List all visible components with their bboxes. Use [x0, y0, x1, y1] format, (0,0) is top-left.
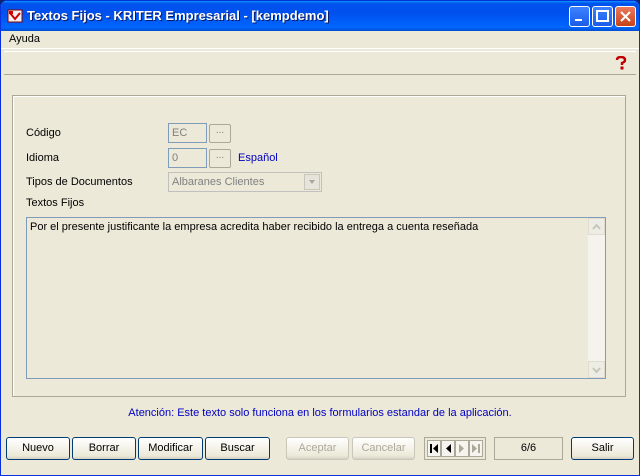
last-record-icon: [472, 444, 480, 453]
main-window: Textos Fijos - KRITER Empresarial - [kem…: [0, 0, 640, 476]
previous-record-icon: [446, 444, 451, 453]
last-record-button[interactable]: [469, 440, 483, 457]
maximize-button[interactable]: [592, 6, 613, 27]
buscar-button[interactable]: Buscar: [205, 437, 270, 460]
idioma-browse-button[interactable]: ...: [209, 149, 231, 168]
window-title: Textos Fijos - KRITER Empresarial - [kem…: [27, 8, 329, 23]
close-icon: [620, 11, 631, 22]
chevron-down-icon[interactable]: [304, 174, 320, 190]
codigo-browse-button[interactable]: ...: [209, 124, 231, 143]
nuevo-button[interactable]: Nuevo: [6, 437, 70, 460]
aceptar-button[interactable]: Aceptar: [286, 437, 349, 460]
chevron-up-icon: [592, 223, 601, 230]
idioma-label: Idioma: [26, 152, 60, 164]
scroll-up-button[interactable]: [588, 218, 605, 235]
menu-ayuda[interactable]: Ayuda: [9, 33, 40, 45]
first-record-button[interactable]: [427, 440, 441, 457]
close-button[interactable]: [615, 6, 636, 27]
salir-button[interactable]: Salir: [571, 437, 634, 460]
minimize-button[interactable]: [569, 6, 590, 27]
textos-fijos-label: Textos Fijos: [26, 197, 85, 209]
form-panel: Código EC ... Idioma 0 ... Español Tipos…: [12, 95, 626, 397]
chevron-down-icon: [592, 367, 601, 374]
idioma-name: Español: [238, 152, 278, 164]
first-record-icon: [430, 444, 438, 453]
modificar-button[interactable]: Modificar: [138, 437, 203, 460]
notice-text: Atención: Este texto solo funciona en lo…: [128, 407, 512, 419]
tipos-documentos-label: Tipos de Documentos: [26, 176, 133, 188]
codigo-label: Código: [26, 127, 61, 139]
codigo-field[interactable]: EC: [168, 123, 207, 143]
cancelar-button[interactable]: Cancelar: [352, 437, 415, 460]
help-question-icon[interactable]: [614, 56, 628, 70]
tipos-documentos-value: Albaranes Clientes: [172, 176, 265, 188]
record-navigator: [424, 437, 486, 460]
borrar-button[interactable]: Borrar: [72, 437, 136, 460]
textos-fijos-text: Por el presente justificante la empresa …: [30, 221, 479, 233]
scroll-down-button[interactable]: [588, 361, 605, 378]
menu-bar: Ayuda: [1, 31, 639, 49]
tipos-documentos-select[interactable]: Albaranes Clientes: [168, 172, 322, 192]
vertical-scrollbar[interactable]: [588, 218, 605, 378]
textos-fijos-textarea[interactable]: Por el presente justificante la empresa …: [26, 217, 606, 379]
previous-record-button[interactable]: [441, 440, 455, 457]
minimize-icon: [575, 19, 582, 21]
record-counter: 6/6: [494, 437, 563, 460]
title-bar[interactable]: Textos Fijos - KRITER Empresarial - [kem…: [1, 1, 639, 31]
app-icon: [7, 9, 23, 23]
next-record-button[interactable]: [455, 440, 469, 457]
idioma-field[interactable]: 0: [168, 148, 207, 168]
next-record-icon: [459, 444, 464, 453]
maximize-icon: [596, 10, 609, 22]
toolbar: [4, 51, 636, 75]
